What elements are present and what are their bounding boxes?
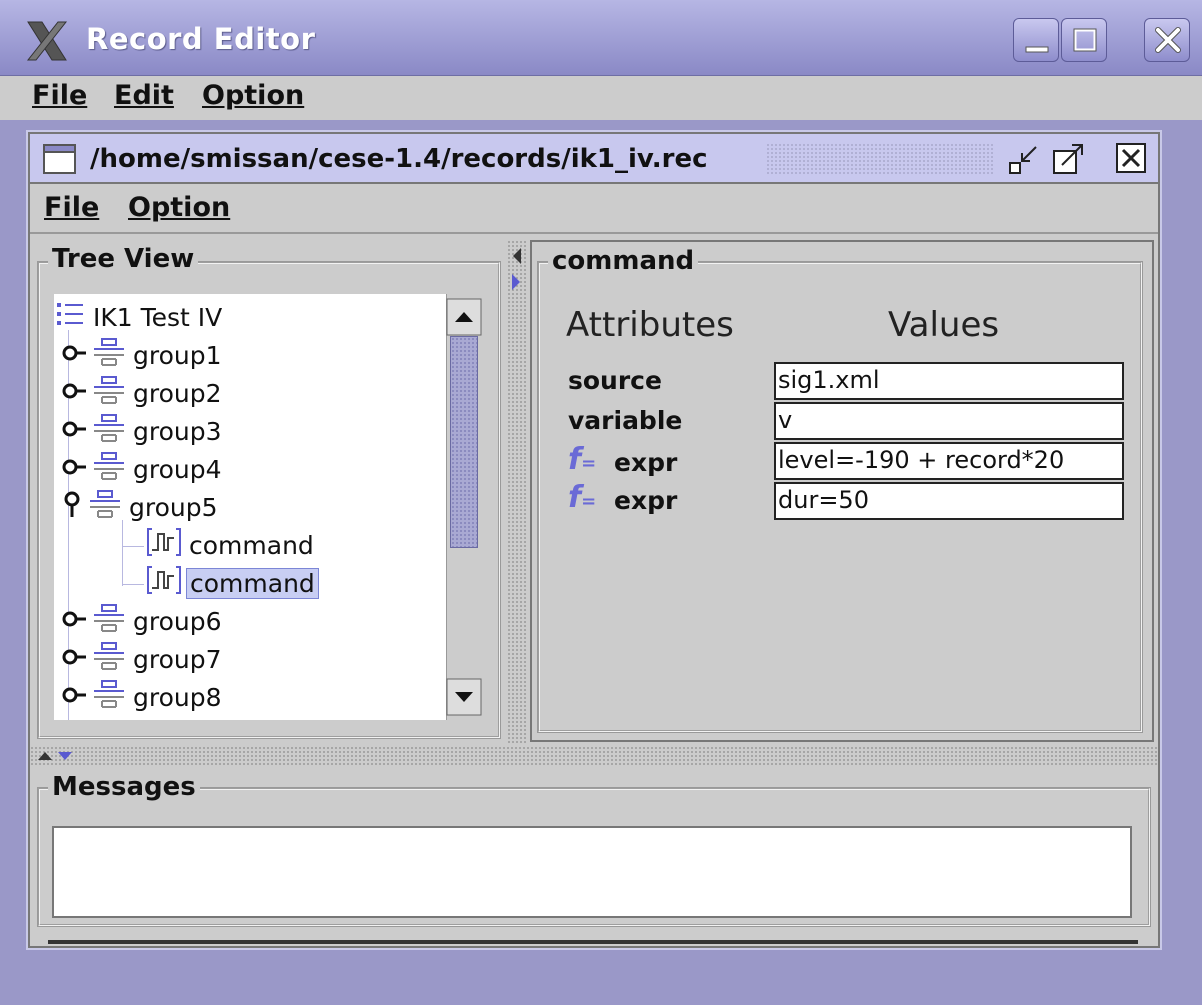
attribute-value-field[interactable]: sig1.xml [774,362,1124,400]
collapse-down-arrow-icon[interactable] [56,748,74,762]
group-node-icon [92,411,126,451]
tree-item-label: command [189,530,314,560]
scroll-up-arrow-icon[interactable] [446,298,482,336]
tree-item-label: group1 [133,340,222,370]
horizontal-splitter[interactable] [30,746,1158,766]
pulse-command-icon [146,526,182,564]
tree-scroll-thumb[interactable] [450,336,478,548]
tree-item-group2[interactable]: group2 [62,374,225,412]
menu-option[interactable]: Option [202,80,304,111]
tree-view-title: Tree View [48,244,199,274]
window-title: Record Editor [86,22,316,56]
collapsed-key-icon[interactable] [62,379,88,408]
tree-root[interactable]: IK1 Test IV [56,298,225,336]
function-expression-icon: f= [568,442,597,477]
messages-text-area[interactable] [52,826,1132,918]
menu-option-label: Option [202,80,305,111]
group-node-icon [92,449,126,489]
attribute-name: variable [568,406,683,435]
tree-item-label: group3 [133,416,222,446]
group-node-icon [88,487,122,527]
attribute-value-field[interactable]: v [774,402,1124,440]
messages-title: Messages [48,772,200,802]
tree-item-label: group7 [133,644,222,674]
vertical-splitter[interactable] [507,240,527,744]
collapsed-key-icon[interactable] [62,607,88,636]
tree-item-group6[interactable]: group6 [62,602,225,640]
menu-edit-label: Edit [114,80,174,111]
collapse-up-arrow-icon[interactable] [36,748,54,762]
group-node-icon [92,335,126,375]
list-icon [56,299,86,335]
inner-menu-option[interactable]: Option [128,192,230,223]
close-button[interactable] [1144,18,1190,62]
group-node-icon [92,639,126,679]
titlebar-texture [766,143,994,175]
internal-frame-title: /home/smissan/cese-1.4/records/ik1_iv.re… [90,144,708,174]
expanded-key-icon[interactable] [62,489,84,525]
collapsed-key-icon[interactable] [62,683,88,712]
attribute-value-field[interactable]: dur=50 [774,482,1124,520]
tree-item-command[interactable]: command [146,564,319,602]
tree-item-group5[interactable]: group5 [62,488,221,526]
window-menubar [0,76,1202,120]
inner-menu-file-label: File [44,192,100,223]
frame-bottom-divider [48,940,1138,944]
group-node-icon [92,601,126,641]
menu-edit[interactable]: Edit [114,80,174,111]
attributes-header: Attributes [566,305,734,345]
maximize-button[interactable] [1061,18,1107,62]
values-header: Values [888,305,1000,345]
tree-item-group8[interactable]: group8 [62,678,225,716]
scroll-down-arrow-icon[interactable] [446,678,482,716]
tree-item-group7[interactable]: group7 [62,640,225,678]
pulse-command-icon [146,564,182,602]
x-logo-icon [26,21,68,61]
function-expression-icon: f= [568,480,597,515]
tree-item-label: group5 [129,492,218,522]
attribute-name: expr [614,486,678,515]
collapsed-key-icon[interactable] [62,341,88,370]
minimize-button[interactable] [1013,18,1059,62]
tree-item-group3[interactable]: group3 [62,412,225,450]
group-node-icon [92,677,126,717]
collapsed-key-icon[interactable] [62,417,88,446]
inner-menu-option-label: Option [128,192,231,223]
inner-menu-file[interactable]: File [44,192,99,223]
window-frame-icon [43,144,76,174]
collapsed-key-icon[interactable] [62,455,88,484]
attribute-value-field[interactable]: level=-190 + record*20 [774,442,1124,480]
tree-item-group1[interactable]: group1 [62,336,225,374]
collapse-right-arrow-icon[interactable] [509,272,523,292]
attribute-name: expr [614,448,678,477]
collapse-left-arrow-icon[interactable] [509,246,523,266]
frame-maximize-button[interactable] [1050,141,1088,177]
tree-item-group4[interactable]: group4 [62,450,225,488]
iconify-button[interactable] [1006,141,1044,177]
tree-item-label: group4 [133,454,222,484]
group-node-icon [92,373,126,413]
command-panel-title: command [548,246,699,276]
menu-file[interactable]: File [32,80,87,111]
tree-item-label: group8 [133,682,222,712]
tree-view[interactable]: IK1 Test IV group1 group2 group3 group4 grou… [54,294,446,720]
tree-item-command[interactable]: command [146,526,317,564]
tree-item-label: group2 [133,378,222,408]
menu-file-label: File [32,80,88,111]
attribute-name: source [568,366,662,395]
collapsed-key-icon[interactable] [62,645,88,674]
frame-close-button[interactable] [1114,141,1148,175]
tree-root-label: IK1 Test IV [93,302,223,332]
tree-item-label: group6 [133,606,222,636]
tree-item-label: command [186,567,319,599]
